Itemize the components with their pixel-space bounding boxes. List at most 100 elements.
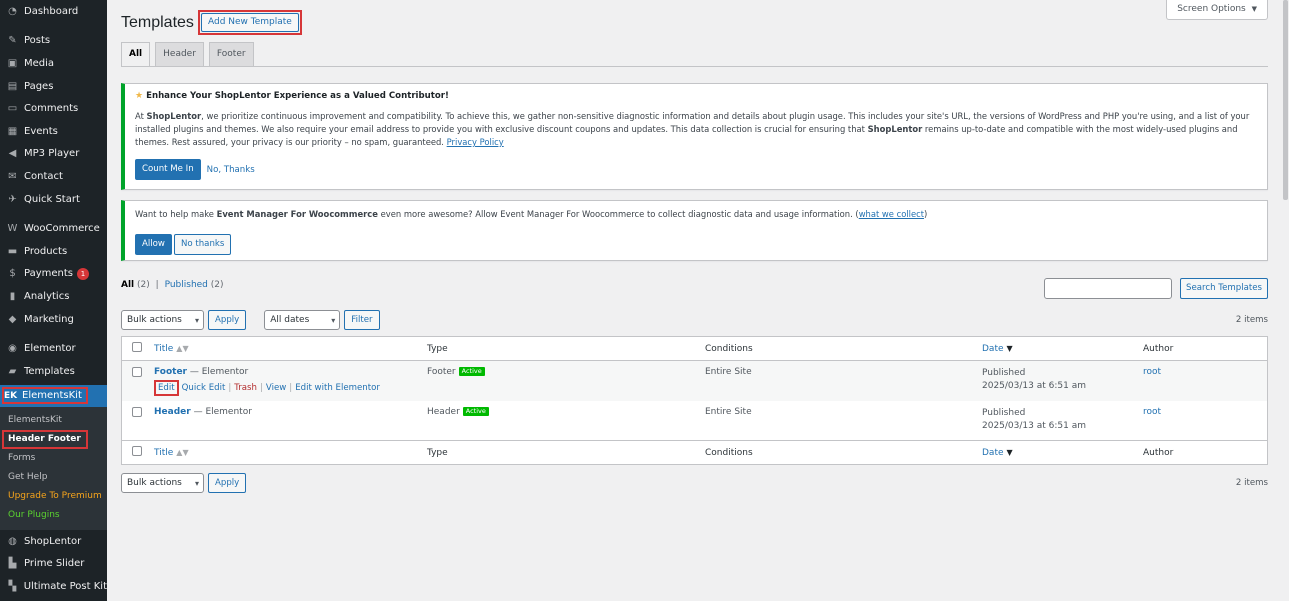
no-thanks-link[interactable]: No, Thanks <box>207 165 255 175</box>
quick-edit-link[interactable]: Quick Edit <box>182 383 226 393</box>
sidebar-item-comments[interactable]: ▭ Comments <box>0 97 107 120</box>
sidebar-item-posts[interactable]: ✎ Posts <box>0 30 107 53</box>
sidebar-item-label: Events <box>24 125 58 137</box>
scrollbar[interactable] <box>1282 0 1289 601</box>
tab-footer[interactable]: Footer <box>208 42 254 66</box>
sidebar-item-label: Pages <box>24 80 54 92</box>
no-thanks-button[interactable]: No thanks <box>173 234 232 255</box>
row-checkbox[interactable] <box>132 367 142 377</box>
search-box: Search Templates <box>1044 278 1268 299</box>
items-count: 2 items <box>1235 478 1268 488</box>
select-all-checkbox[interactable] <box>132 446 142 456</box>
count-me-in-button[interactable]: Count Me In <box>135 159 201 180</box>
sidebar-item-templates[interactable]: ▰ Templates <box>0 360 107 383</box>
elementskit-icon: EK <box>3 390 18 401</box>
submenu-item-elementskit[interactable]: ElementsKit <box>0 411 107 430</box>
submenu-item-forms[interactable]: Forms <box>0 449 107 468</box>
sidebar-item-label: ShopLentor <box>24 535 82 547</box>
sidebar-item-contact[interactable]: ✉ Contact <box>0 165 107 188</box>
payments-icon: $ <box>9 268 16 280</box>
sidebar-item-marketing[interactable]: ◆ Marketing <box>0 308 107 331</box>
add-new-template-button[interactable]: Add New Template <box>201 13 299 32</box>
sidebar-item-prime-slider[interactable]: ▙ Prime Slider <box>0 553 107 576</box>
sort-date[interactable]: Date <box>982 344 1004 354</box>
search-input[interactable] <box>1044 278 1173 299</box>
tablenav-top: Bulk actions ▾ Apply All dates ▾ Filter <box>121 310 380 330</box>
row-author-link[interactable]: root <box>1143 367 1161 377</box>
bulk-actions-select[interactable]: Bulk actions ▾ <box>121 473 204 493</box>
sidebar-item-ultimate-post-kit[interactable]: ▚ Ultimate Post Kit <box>0 575 108 598</box>
sidebar-item-label: Comments <box>24 103 79 115</box>
edit-link[interactable]: Edit <box>158 383 175 393</box>
status-filters: All (2) | Published (2) <box>121 280 224 290</box>
what-we-collect-link[interactable]: what we collect <box>859 209 924 219</box>
apply-button[interactable]: Apply <box>208 473 247 493</box>
submenu-item-upgrade-to-premium[interactable]: Upgrade To Premium <box>0 487 107 506</box>
row-type: Footer <box>427 367 456 377</box>
row-author-link[interactable]: root <box>1143 407 1161 417</box>
caret-down-icon: ▼ <box>1251 5 1257 13</box>
sidebar-item-label: Analytics <box>24 290 70 302</box>
sidebar-item-woocommerce[interactable]: W WooCommerce <box>0 217 107 240</box>
row-checkbox[interactable] <box>132 406 142 417</box>
sidebar-item-label: ElementsKit <box>22 390 82 402</box>
select-all-checkbox[interactable] <box>132 342 142 352</box>
elementor-icon: ◉ <box>8 343 17 355</box>
notification-badge: 1 <box>77 267 89 280</box>
sort-title[interactable]: Title <box>154 344 173 354</box>
screen-options-label: Screen Options <box>1177 4 1246 14</box>
sort-title[interactable]: Title <box>154 448 173 458</box>
filter-published[interactable]: Published <box>165 280 208 290</box>
sidebar-item-analytics[interactable]: ▮ Analytics <box>0 285 107 308</box>
sort-date[interactable]: Date <box>982 448 1004 458</box>
search-templates-button[interactable]: Search Templates <box>1180 278 1268 299</box>
row-title-link[interactable]: Footer <box>154 367 187 377</box>
submenu-item-get-help[interactable]: Get Help <box>0 468 107 487</box>
analytics-icon: ▮ <box>9 290 16 302</box>
scrollbar-thumb[interactable] <box>1283 0 1288 200</box>
page-title: Templates <box>121 14 194 31</box>
filter-all[interactable]: All <box>121 280 134 290</box>
trash-link[interactable]: Trash <box>234 383 257 393</box>
view-link[interactable]: View <box>266 383 286 393</box>
sidebar-item-payments[interactable]: $ Payments 1 <box>0 263 107 286</box>
tab-header[interactable]: Header <box>155 42 204 66</box>
submenu-item-header-footer[interactable]: Header Footer <box>0 430 107 450</box>
sidebar-item-dashboard[interactable]: ◔ Dashboard <box>0 0 107 23</box>
edit-with-elementor-link[interactable]: Edit with Elementor <box>295 383 380 393</box>
sidebar-item-shoplentor[interactable]: ◍ ShopLentor <box>0 530 107 553</box>
notice-body: At ShopLentor, we prioritize continuous … <box>135 111 1250 147</box>
table-header-row: Title ▲▼ Type Conditions Date ▼ Author <box>121 336 1268 361</box>
row-title-link[interactable]: Header <box>154 407 191 417</box>
sidebar-item-elementor[interactable]: ◉ Elementor <box>0 337 107 360</box>
tabs-divider <box>121 66 1268 67</box>
status-badge: Active <box>462 406 489 416</box>
star-icon: ★ <box>135 91 144 101</box>
screen-options-button[interactable]: Screen Options ▼ <box>1166 0 1268 20</box>
sidebar-item-media[interactable]: ▣ Media <box>0 52 107 75</box>
sidebar-item-elementskit[interactable]: EK ElementsKit <box>0 384 107 408</box>
quick-start-icon: ✈ <box>8 193 17 205</box>
privacy-policy-link[interactable]: Privacy Policy <box>447 137 504 147</box>
allow-button[interactable]: Allow <box>135 234 172 255</box>
row-type: Header <box>427 406 460 417</box>
chevron-down-icon: ▾ <box>194 315 199 325</box>
dashboard-icon: ◔ <box>8 5 17 17</box>
submenu-item-our-plugins[interactable]: Our Plugins <box>0 506 107 525</box>
sidebar-item-mp3-player[interactable]: ◀ MP3 Player <box>0 143 107 166</box>
tab-all[interactable]: All <box>121 42 151 66</box>
dates-select[interactable]: All dates ▾ <box>264 310 341 330</box>
bulk-actions-select[interactable]: Bulk actions ▾ <box>121 310 204 330</box>
sidebar-item-events[interactable]: ▦ Events <box>0 120 107 143</box>
sidebar-item-label: Products <box>24 245 68 257</box>
products-icon: ▬ <box>7 245 18 257</box>
apply-button[interactable]: Apply <box>208 310 247 330</box>
menu-separator <box>0 23 107 30</box>
filter-button[interactable]: Filter <box>344 310 380 330</box>
status-badge: Active <box>458 367 485 376</box>
sidebar-item-pages[interactable]: ▤ Pages <box>0 75 107 98</box>
chevron-down-icon: ▾ <box>331 315 336 325</box>
admin-menu: ◔ Dashboard ✎ Posts ▣ Media ▤ Pages ▭ Comments ▦ Ev… <box>0 0 107 383</box>
sidebar-item-products[interactable]: ▬ Products <box>0 240 107 263</box>
sidebar-item-quick-start[interactable]: ✈ Quick Start <box>0 188 107 211</box>
